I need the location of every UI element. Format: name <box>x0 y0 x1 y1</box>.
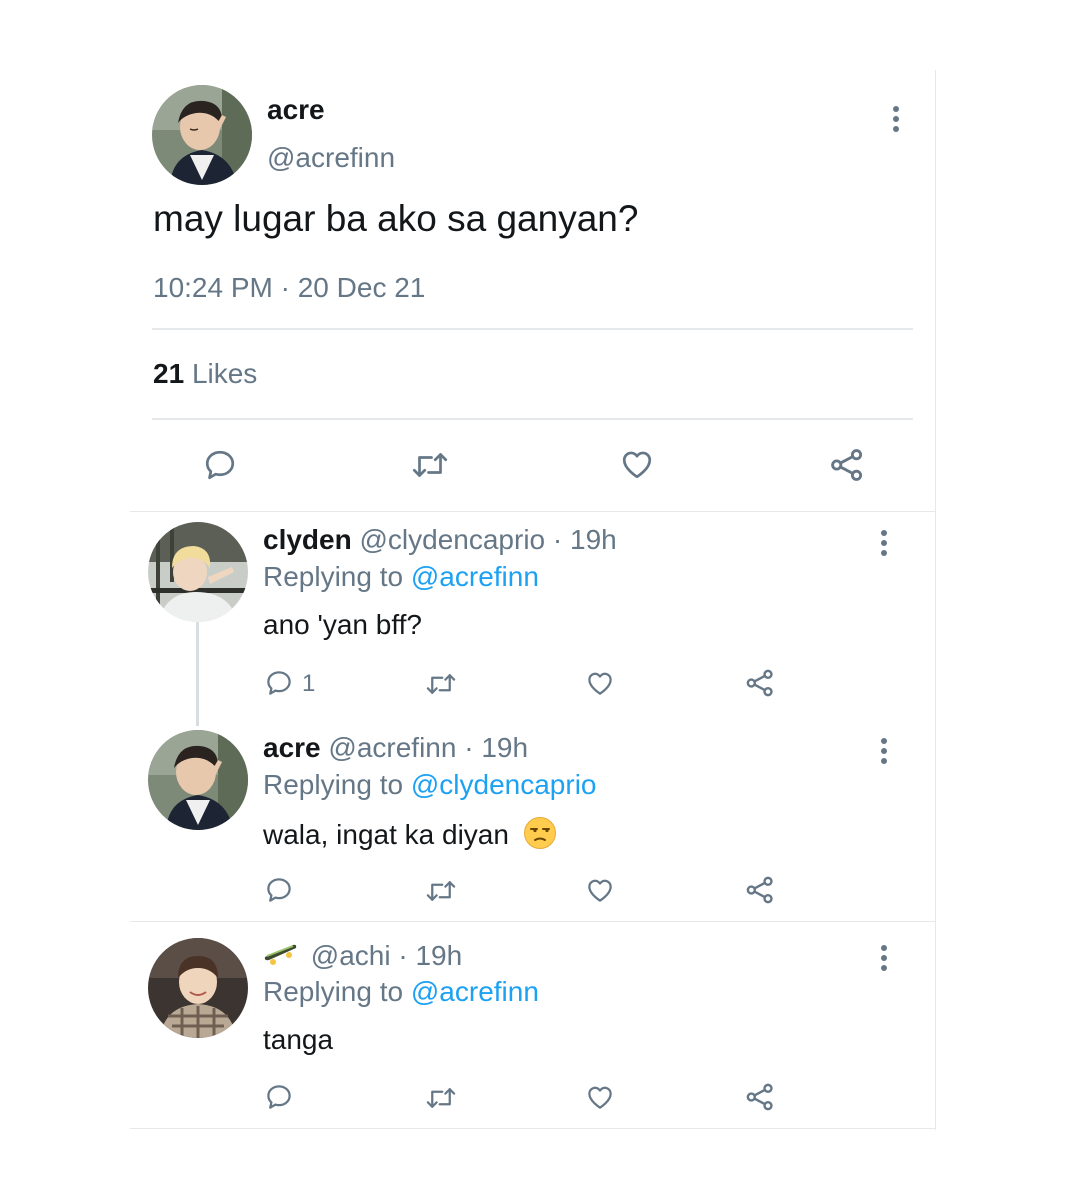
reply-3-time: · 19h <box>398 940 463 971</box>
avatar-acre[interactable] <box>152 85 252 185</box>
reply-1-retweet-icon[interactable] <box>424 669 458 699</box>
reply-2-like-icon[interactable] <box>584 875 616 905</box>
reply-1-header: clyden @clydencaprio · 19h <box>263 524 617 556</box>
main-tweet-text: may lugar ba ako sa ganyan? <box>153 198 639 239</box>
reply-2-author-name[interactable]: acre <box>263 732 321 763</box>
frame-border-right <box>935 70 936 1130</box>
reply-2-replying-link[interactable]: @clydencaprio <box>411 769 597 800</box>
reply-1-more-options-icon[interactable] <box>880 530 888 556</box>
reply-3-like-icon[interactable] <box>584 1082 616 1112</box>
like-icon[interactable] <box>618 446 656 482</box>
divider-reply-2-3 <box>130 921 936 922</box>
share-icon[interactable] <box>828 446 866 484</box>
reply-3-author-handle[interactable]: @achi <box>311 940 391 971</box>
reply-2-share-icon[interactable] <box>744 874 776 906</box>
skateboard-icon <box>263 941 299 974</box>
reply-1-reply-count: 1 <box>302 670 316 697</box>
reply-1-like-icon[interactable] <box>584 668 616 698</box>
likes-label: Likes <box>191 358 258 389</box>
reply-1-reply-icon[interactable] <box>264 668 294 698</box>
reply-2-reply-icon[interactable] <box>264 875 294 905</box>
reply-2-author-handle[interactable]: @acrefinn <box>328 732 456 763</box>
reply-1-replying-to: Replying to @acrefinn <box>263 561 539 593</box>
reply-3-replying-link[interactable]: @acrefinn <box>411 976 539 1007</box>
divider-stats-top <box>152 328 913 330</box>
main-more-options-icon[interactable] <box>892 106 900 132</box>
avatar-acre-reply[interactable] <box>148 730 248 830</box>
reply-1-author-name[interactable]: clyden <box>263 524 352 555</box>
reply-icon[interactable] <box>202 447 238 483</box>
main-author-name[interactable]: acre <box>267 94 325 126</box>
main-tweet-timestamp[interactable]: 10:24 PM · 20 Dec 21 <box>153 272 425 304</box>
avatar-clyden[interactable] <box>148 522 248 622</box>
reply-3-text: tanga <box>263 1024 334 1055</box>
reply-2-replying-prefix: Replying to <box>263 769 404 800</box>
avatar-achi[interactable] <box>148 938 248 1038</box>
reply-3-replying-prefix: Replying to <box>263 976 404 1007</box>
reply-2-replying-to: Replying to @clydencaprio <box>263 769 597 801</box>
reply-1-time: · 19h <box>552 524 617 555</box>
main-author-handle[interactable]: @acrefinn <box>267 142 395 174</box>
reply-1-replying-link[interactable]: @acrefinn <box>411 561 539 592</box>
divider-bottom <box>130 1128 936 1129</box>
reply-1-author-handle[interactable]: @clydencaprio <box>359 524 545 555</box>
divider-stats-bottom <box>152 418 913 420</box>
reply-2-header: acre @acrefinn · 19h <box>263 732 528 764</box>
likes-count: 21 <box>153 358 185 389</box>
reply-2-text: wala, ingat ka diyan <box>263 818 509 850</box>
reply-3-reply-icon[interactable] <box>264 1082 294 1112</box>
reply-1-replying-prefix: Replying to <box>263 561 404 592</box>
reply-2-more-options-icon[interactable] <box>880 738 888 764</box>
likes-stat[interactable]: 21 Likes <box>153 358 257 390</box>
reply-1-text: ano 'yan bff? <box>263 609 422 640</box>
reply-2-retweet-icon[interactable] <box>424 876 458 906</box>
reply-3-more-options-icon[interactable] <box>880 945 888 971</box>
reply-2-time: · 19h <box>464 732 529 763</box>
reply-3-header: @achi · 19h <box>263 940 462 974</box>
reply-3-share-icon[interactable] <box>744 1081 776 1113</box>
reply-2-text-row: wala, ingat ka diyan <box>263 816 557 857</box>
reply-1-share-icon[interactable] <box>744 667 776 699</box>
reply-3-retweet-icon[interactable] <box>424 1083 458 1113</box>
unamused-face-emoji <box>523 816 557 857</box>
retweet-icon[interactable] <box>410 447 450 483</box>
divider-main-replies <box>130 511 936 512</box>
reply-3-replying-to: Replying to @acrefinn <box>263 976 539 1008</box>
thread-connector-line <box>196 622 199 726</box>
